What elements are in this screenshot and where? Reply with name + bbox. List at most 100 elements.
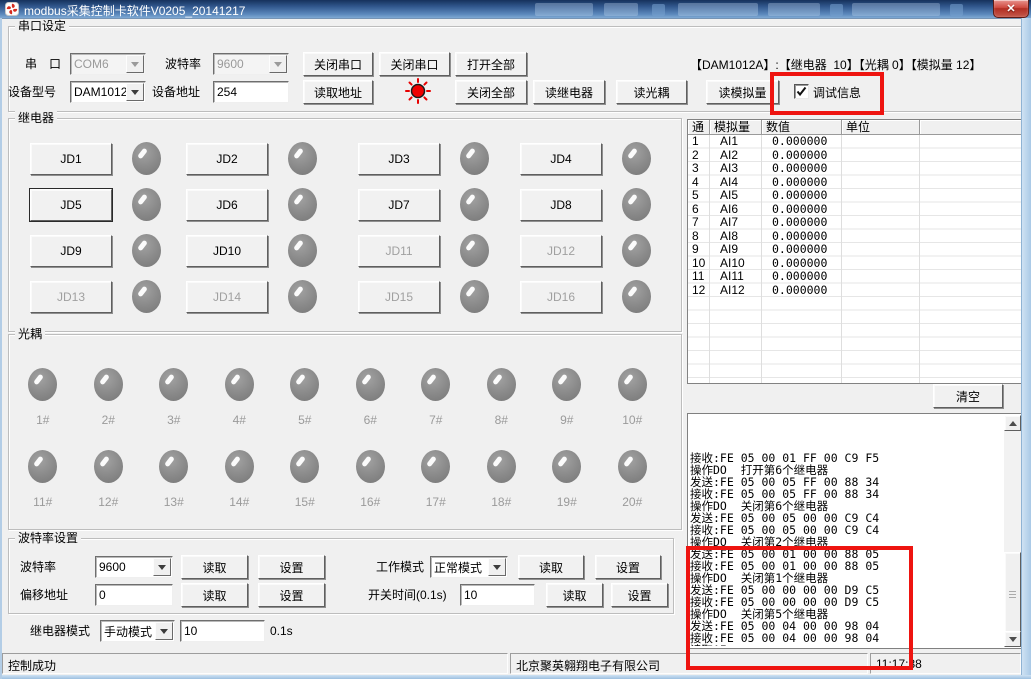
opto-channel-label: 19# xyxy=(557,495,577,509)
scroll-down-button[interactable] xyxy=(1004,631,1021,647)
table-row: 1 AI1 0.000000 xyxy=(688,135,1022,149)
relay-button[interactable]: JD11 xyxy=(358,235,440,267)
relay-button[interactable]: JD13 xyxy=(30,281,112,313)
workmode-value: 正常模式 xyxy=(434,559,482,576)
relay-button[interactable]: JD7 xyxy=(358,189,440,221)
open-all-button[interactable]: 打开全部 xyxy=(455,52,527,76)
opto-led-indicator xyxy=(28,368,57,401)
relay-mode-select-arrow[interactable] xyxy=(155,622,173,640)
relay-led-indicator xyxy=(460,280,489,313)
baud2-select[interactable]: 9600 xyxy=(95,556,173,578)
opto-channel: 2# xyxy=(76,368,142,450)
titlebar[interactable]: modbus采集控制卡软件V0205_20141217 ✕ xyxy=(0,0,1031,18)
chevron-down-icon xyxy=(131,90,139,99)
read-addr-button[interactable]: 读取地址 xyxy=(303,80,373,104)
relay-button[interactable]: JD4 xyxy=(520,143,602,175)
baud-group-title: 波特率设置 xyxy=(15,531,81,545)
model-select[interactable]: DAM1012A xyxy=(70,81,146,103)
relay-button[interactable]: JD15 xyxy=(358,281,440,313)
relay-led-indicator xyxy=(622,234,651,267)
read-relay-button[interactable]: 读继电器 xyxy=(533,80,605,104)
offset-input[interactable]: 0 xyxy=(95,584,173,606)
offset-read-button[interactable]: 读取 xyxy=(181,583,248,607)
baud-set-button[interactable]: 设置 xyxy=(258,555,325,579)
relay-cell: JD15 xyxy=(358,281,520,327)
opto-channel-label: 3# xyxy=(167,413,180,427)
opto-channel: 12# xyxy=(76,450,142,532)
scroll-up-button[interactable] xyxy=(1004,415,1021,431)
relay-button[interactable]: JD5 xyxy=(30,189,112,221)
opto-channel: 7# xyxy=(403,368,469,450)
app-logo-icon xyxy=(5,2,19,16)
cell-channel: 7 xyxy=(688,216,710,230)
clear-button[interactable]: 清空 xyxy=(933,384,1003,408)
window-edge-right xyxy=(1021,18,1031,679)
close-serial-button-1[interactable]: 关闭串口 xyxy=(303,52,373,76)
baud-select-arrow[interactable] xyxy=(269,55,287,73)
window-title: modbus采集控制卡软件V0205_20141217 xyxy=(24,2,245,19)
relay-mode-time-input[interactable]: 10 xyxy=(180,620,265,642)
model-select-arrow[interactable] xyxy=(126,83,144,101)
opto-channel: 14# xyxy=(207,450,273,532)
device-summary: 【DAM1012A】:【继电器 10】【光耦 0】【模拟量 12】 xyxy=(690,58,981,72)
log-scrollbar[interactable] xyxy=(1004,415,1021,647)
cell-unit xyxy=(842,189,920,203)
opto-channel-label: 5# xyxy=(298,413,311,427)
read-opto-button[interactable]: 读光耦 xyxy=(616,80,687,104)
relay-button[interactable]: JD2 xyxy=(186,143,268,175)
relay-button[interactable]: JD16 xyxy=(520,281,602,313)
opto-led-indicator xyxy=(94,450,123,483)
close-serial-button-2[interactable]: 关闭串口 xyxy=(379,52,450,76)
opto-led-indicator xyxy=(552,450,581,483)
log-line: 接收:FE 05 00 04 00 00 98 04 xyxy=(690,632,1002,644)
relay-button[interactable]: JD10 xyxy=(186,235,268,267)
relay-button[interactable]: JD12 xyxy=(520,235,602,267)
col-header-value: 数值 xyxy=(762,120,842,135)
cell-unit xyxy=(842,216,920,230)
port-select[interactable]: COM6 xyxy=(70,53,146,75)
read-analog-button[interactable]: 读模拟量 xyxy=(706,80,779,104)
relay-button[interactable]: JD1 xyxy=(30,143,112,175)
relay-mode-select[interactable]: 手动模式 xyxy=(100,620,175,642)
workmode-select[interactable]: 正常模式 xyxy=(430,556,508,578)
scroll-thumb[interactable] xyxy=(1004,552,1021,640)
baud-read-button[interactable]: 读取 xyxy=(181,555,248,579)
log-box[interactable]: 接收:FE 05 00 01 FF 00 C9 F5操作DO 打开第6个继电器发… xyxy=(687,413,1023,649)
close-button[interactable]: ✕ xyxy=(993,0,1029,18)
switchtime-input[interactable]: 10 xyxy=(460,584,535,606)
switchtime-set-button[interactable]: 设置 xyxy=(611,583,668,607)
relay-button[interactable]: JD8 xyxy=(520,189,602,221)
cell-analog: AI6 xyxy=(710,203,762,217)
opto-channel: 9# xyxy=(534,368,600,450)
baud-select[interactable]: 9600 xyxy=(213,53,289,75)
relay-cell: JD12 xyxy=(520,235,680,281)
cell-analog: AI1 xyxy=(710,135,762,149)
opto-channel-label: 11# xyxy=(33,495,52,509)
cell-value: 0.000000 xyxy=(762,189,842,203)
opto-channel-label: 4# xyxy=(233,413,246,427)
port-label: 串 口 xyxy=(25,57,61,71)
offset-set-button[interactable]: 设置 xyxy=(258,583,325,607)
baud2-select-arrow[interactable] xyxy=(153,558,171,576)
port-select-arrow[interactable] xyxy=(126,55,144,73)
relay-button[interactable]: JD3 xyxy=(358,143,440,175)
analog-table[interactable]: 通 模拟量 数值 单位 1 AI1 0.000000 2 AI2 0.00000… xyxy=(687,119,1023,384)
relay-button[interactable]: JD9 xyxy=(30,235,112,267)
switchtime-read-button[interactable]: 读取 xyxy=(546,583,603,607)
workmode-set-button[interactable]: 设置 xyxy=(595,555,661,579)
workmode-select-arrow[interactable] xyxy=(488,558,506,576)
workmode-label: 工作模式 xyxy=(376,560,424,574)
baud2-value: 9600 xyxy=(99,560,126,574)
opto-led-indicator xyxy=(28,450,57,483)
cell-unit xyxy=(842,203,920,217)
taskbar-blur-item xyxy=(950,4,963,16)
device-addr-input[interactable]: 254 xyxy=(213,81,289,103)
opto-channel-label: 14# xyxy=(229,495,249,509)
workmode-read-button[interactable]: 读取 xyxy=(518,555,584,579)
relay-button[interactable]: JD14 xyxy=(186,281,268,313)
close-all-button[interactable]: 关闭全部 xyxy=(455,80,527,104)
taskbar-blur-item xyxy=(830,4,843,16)
relay-button[interactable]: JD6 xyxy=(186,189,268,221)
opto-led-indicator xyxy=(225,368,254,401)
debug-info-checkbox[interactable] xyxy=(794,84,809,99)
